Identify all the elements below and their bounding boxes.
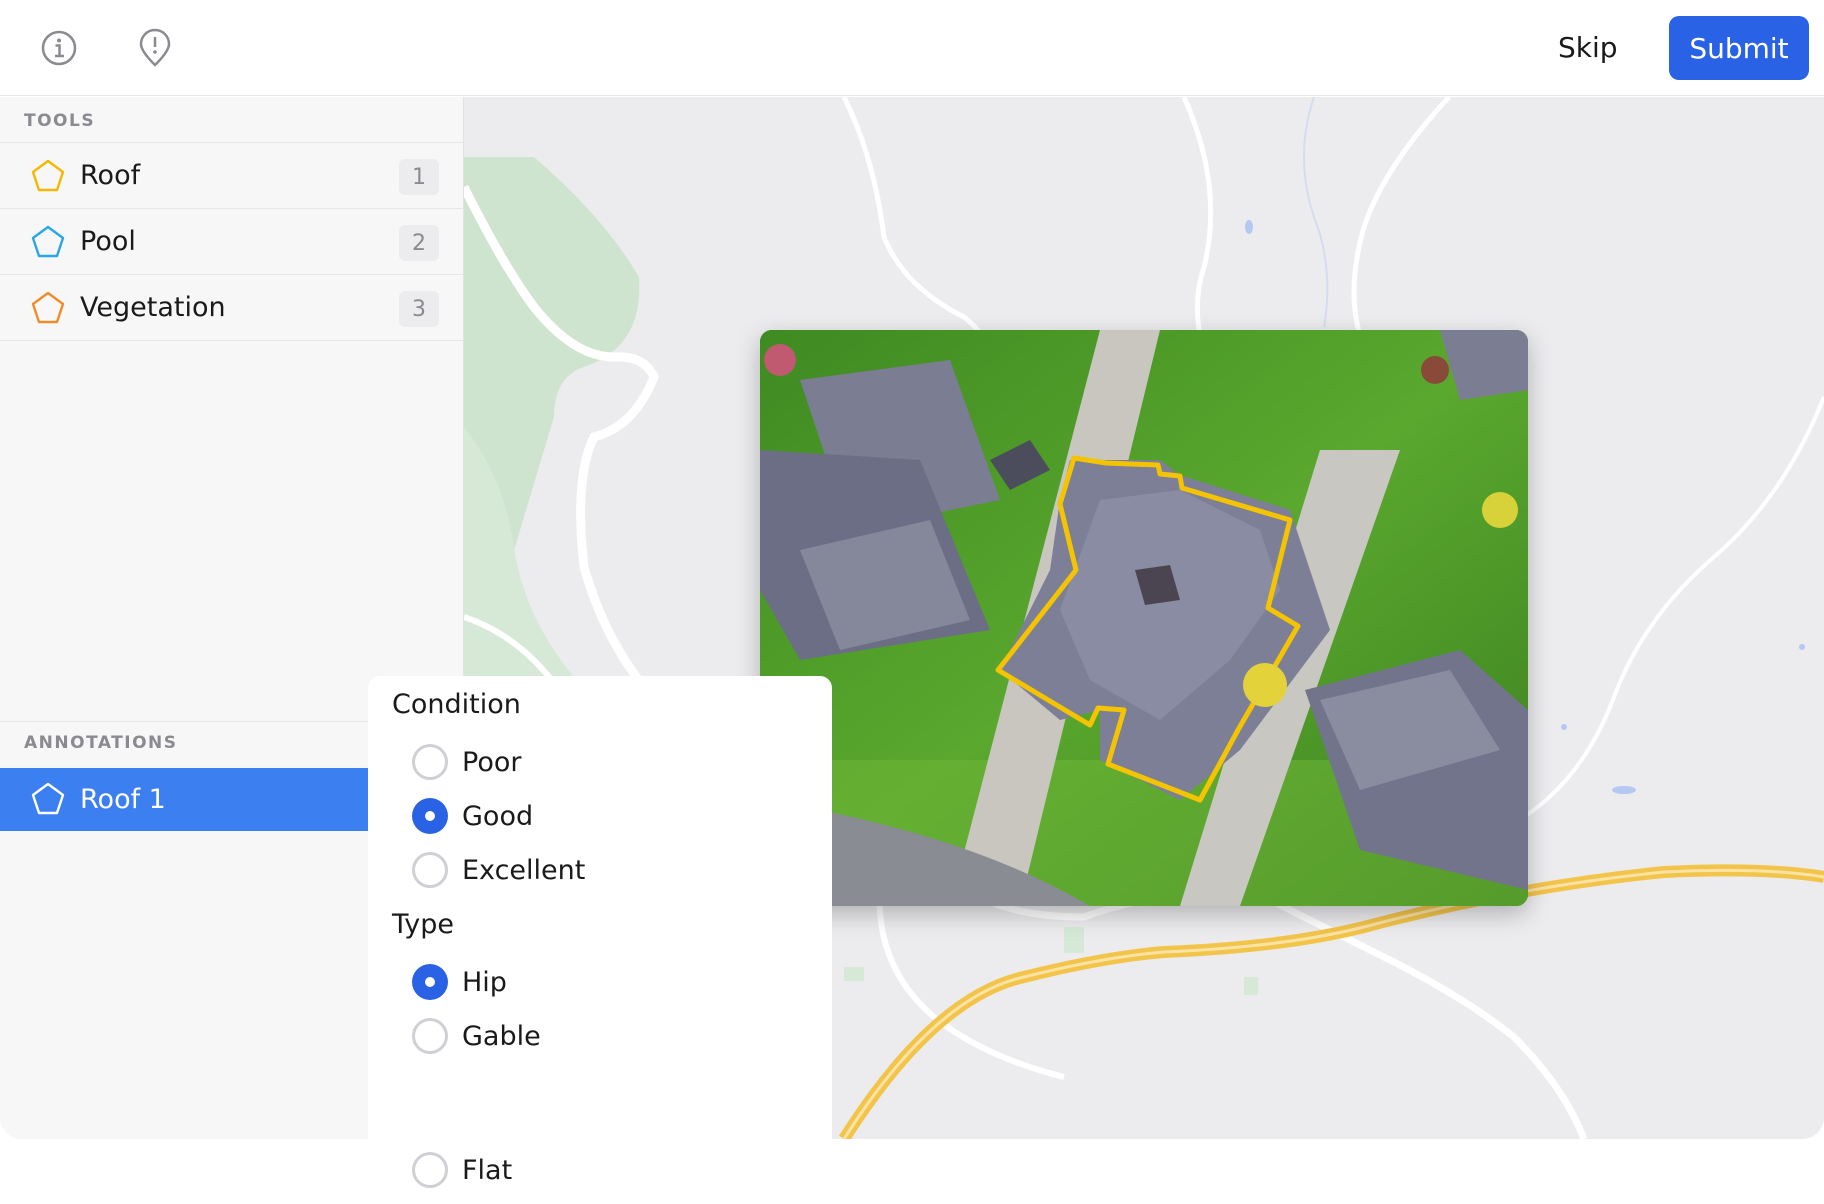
radio-type-flat[interactable]: Flat (412, 1150, 512, 1190)
radio-button[interactable] (412, 852, 448, 888)
aerial-image[interactable] (760, 330, 1528, 906)
tool-vegetation[interactable]: Vegetation 3 (0, 274, 463, 340)
annotations-section-title: ANNOTATIONS (24, 733, 178, 753)
pentagon-icon (31, 291, 65, 324)
annotation-label: Roof 1 (80, 784, 166, 815)
radio-label: Excellent (462, 854, 586, 886)
tool-roof[interactable]: Roof 1 (0, 142, 463, 208)
radio-type-gable[interactable]: Gable (412, 1016, 541, 1056)
tool-label: Vegetation (80, 292, 226, 323)
hotkey-badge: 3 (399, 291, 439, 327)
workspace: TOOLS Roof 1 Pool 2 Vegetation 3 ANNOTAT… (0, 97, 1824, 1139)
radio-button-selected[interactable] (412, 964, 448, 1000)
info-icon[interactable] (38, 27, 80, 69)
tool-label: Pool (80, 226, 136, 257)
annotation-item-roof-1[interactable]: Roof 1 (0, 768, 368, 831)
divider (0, 340, 463, 341)
submit-button[interactable]: Submit (1669, 16, 1809, 80)
attributes-panel-overflow: Flat (368, 1139, 832, 1204)
tool-label: Roof (80, 160, 141, 191)
radio-label: Poor (462, 746, 522, 778)
pentagon-icon (31, 782, 65, 815)
radio-button[interactable] (412, 744, 448, 780)
radio-button[interactable] (412, 1152, 448, 1188)
radio-label: Gable (462, 1020, 541, 1052)
radio-button[interactable] (412, 1018, 448, 1054)
radio-label: Good (462, 800, 534, 832)
radio-condition-poor[interactable]: Poor (412, 742, 521, 782)
tools-section-title: TOOLS (24, 111, 96, 131)
aerial-photo-render (760, 330, 1528, 906)
pentagon-icon (31, 159, 65, 192)
radio-button-selected[interactable] (412, 798, 448, 834)
skip-button[interactable]: Skip (1546, 26, 1630, 70)
attributes-panel: Condition Poor Good Excellent Type Hip G… (368, 676, 832, 1139)
radio-condition-good[interactable]: Good (412, 796, 533, 836)
radio-condition-excellent[interactable]: Excellent (412, 850, 585, 890)
type-title: Type (392, 909, 455, 940)
pentagon-icon (31, 225, 65, 258)
radio-type-hip[interactable]: Hip (412, 962, 507, 1002)
alert-pin-icon[interactable] (134, 27, 176, 69)
hotkey-badge: 2 (399, 225, 439, 261)
tool-pool[interactable]: Pool 2 (0, 208, 463, 274)
hotkey-badge: 1 (399, 159, 439, 195)
condition-title: Condition (392, 689, 521, 720)
radio-label: Hip (462, 966, 507, 998)
top-bar: Skip Submit (0, 0, 1824, 96)
radio-label: Flat (462, 1154, 513, 1186)
